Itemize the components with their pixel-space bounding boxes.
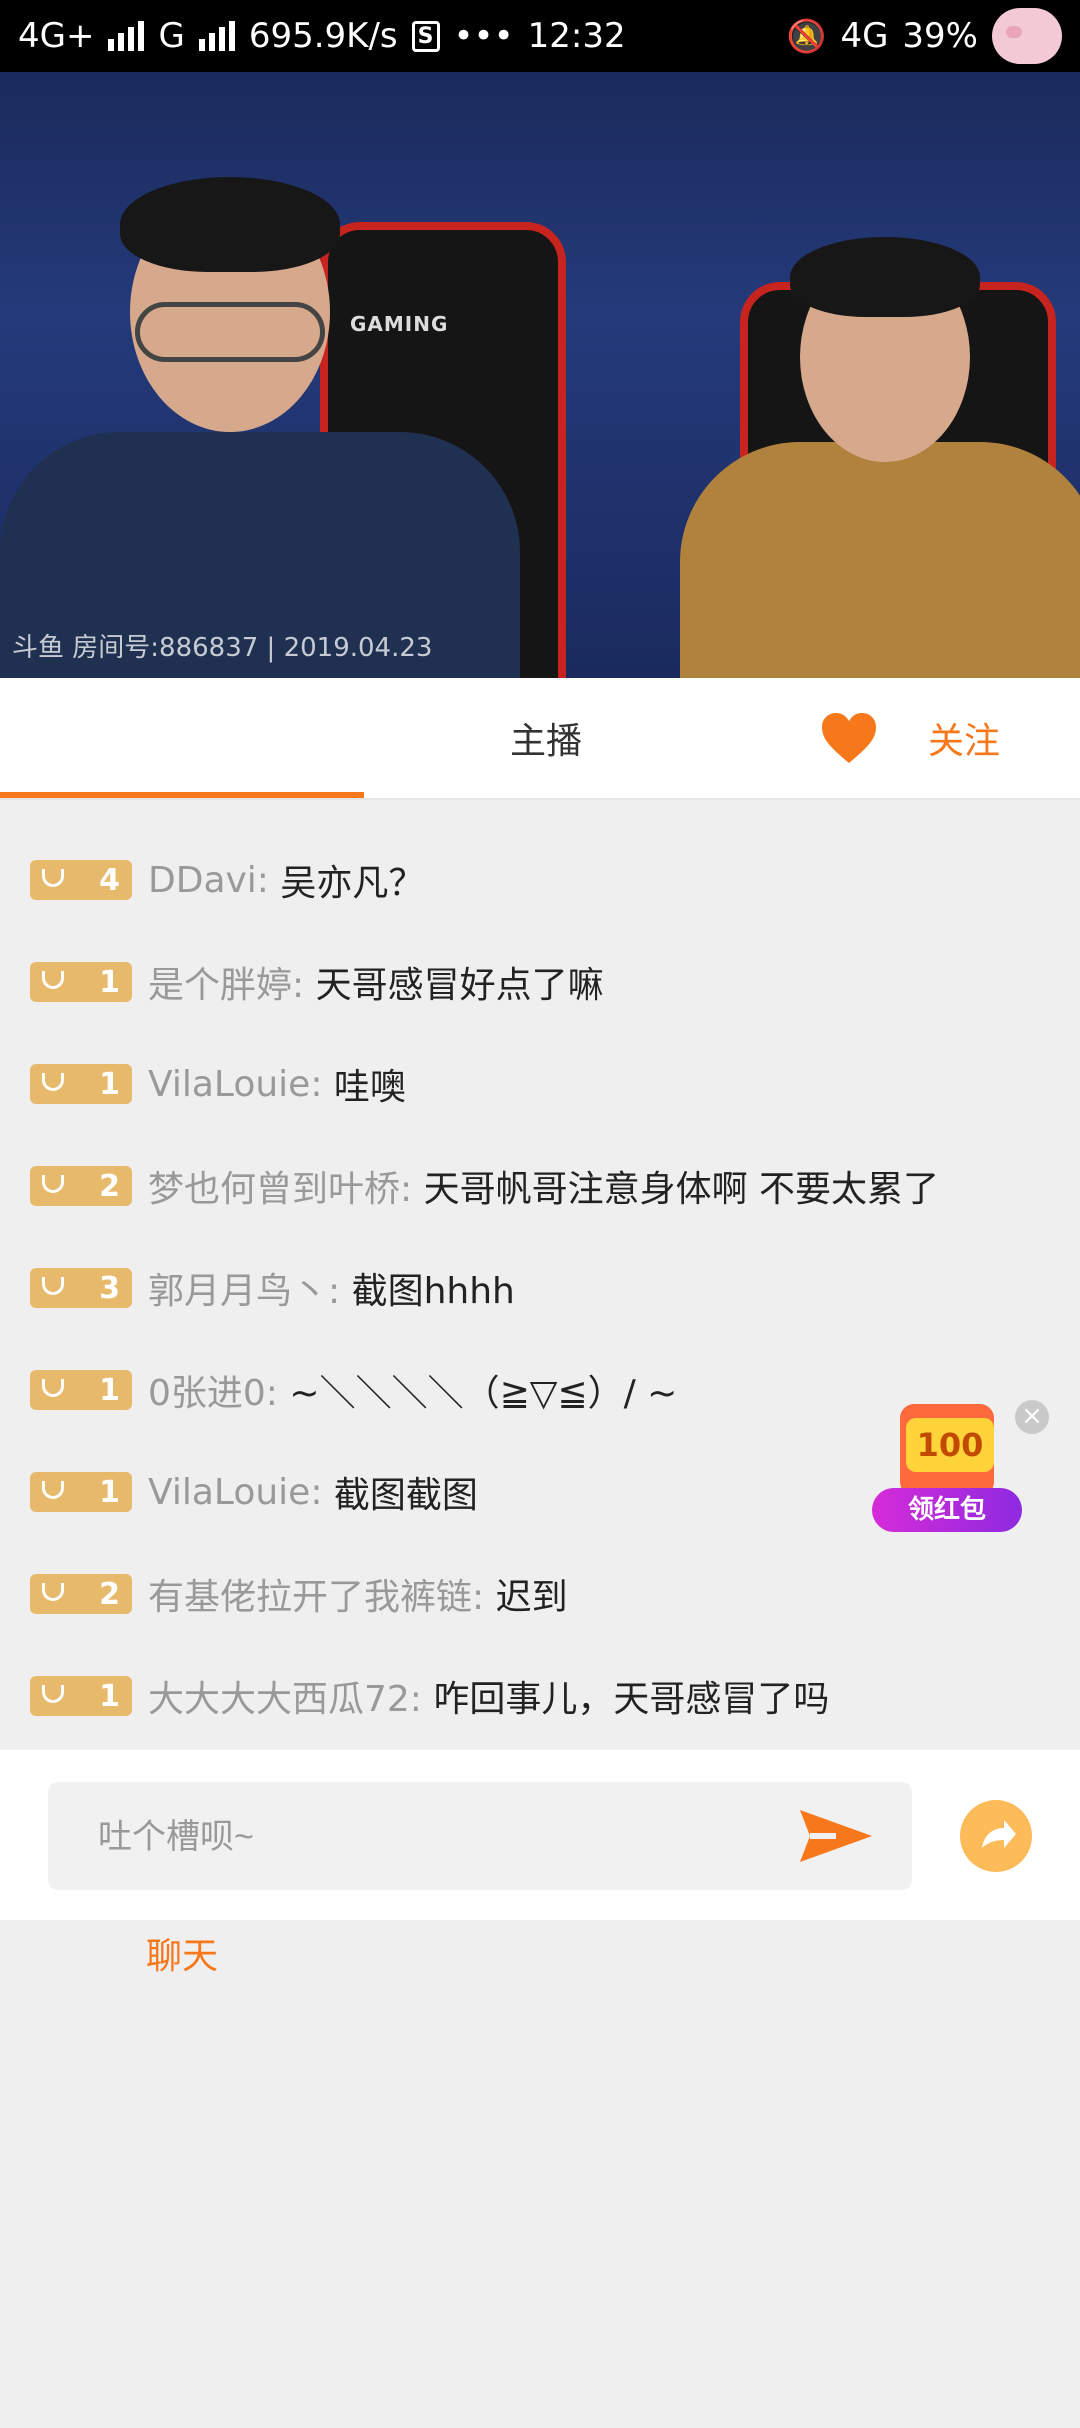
message-text: 天哥帆哥注意身体啊 不要太累了	[423, 1169, 940, 1210]
chat-message: 2 有基佬拉开了我裤链: 迟到	[30, 1564, 568, 1624]
sim-s-icon: S	[411, 20, 440, 52]
chat-list[interactable]: 4 DDavi: 吴亦凡？ 1 是个胖婷: 天哥感冒好点了嘛 1 VilaLou…	[0, 800, 1080, 1750]
fan-badge: 2	[30, 1574, 132, 1614]
close-icon[interactable]: ×	[1015, 1400, 1049, 1434]
badge-level: 3	[99, 1270, 120, 1306]
chat-message: 4 DDavi: 吴亦凡？	[30, 850, 424, 910]
fan-badge: 1	[30, 1064, 132, 1104]
message-text: 截图hhhh	[351, 1271, 515, 1312]
badge-icon	[42, 869, 68, 891]
badge-icon	[42, 1175, 68, 1197]
badge-level: 2	[99, 1576, 120, 1612]
danmaku-input-box	[48, 1782, 912, 1892]
chat-message: 1 大大大大西瓜72: 咋回事儿，天哥感冒了吗	[30, 1666, 829, 1726]
battery-level: 39%	[902, 16, 978, 56]
fan-badge: 1	[30, 1472, 132, 1512]
fan-badge: 1	[30, 1676, 132, 1716]
more-notifications-icon: •••	[453, 16, 514, 56]
badge-level: 1	[99, 1678, 120, 1714]
red-packet-label: 领红包	[872, 1488, 1022, 1532]
share-arrow-icon	[982, 1820, 1016, 1848]
chat-message: 3 郭月月鸟丶: 截图hhhh	[30, 1258, 515, 1318]
message-username[interactable]: 梦也何曾到叶桥:	[148, 1160, 412, 1212]
share-button[interactable]	[960, 1800, 1032, 1872]
streamer-left-hair	[120, 177, 340, 272]
streamer-right-body	[680, 442, 1080, 678]
message-text: 吴亦凡？	[280, 863, 425, 904]
active-tab-indicator	[0, 792, 364, 798]
signal-icon	[108, 21, 145, 51]
status-bar: 4G+ G 695.9K/s S ••• 12:32 🔕 4G 39%	[0, 0, 1080, 72]
pig-sticker-icon	[992, 8, 1062, 64]
message-username[interactable]: VilaLouie:	[148, 1064, 322, 1105]
fan-badge: 3	[30, 1268, 132, 1308]
badge-icon	[42, 971, 68, 993]
bell-muted-icon: 🔕	[786, 17, 827, 55]
chat-message: 1 是个胖婷: 天哥感冒好点了嘛	[30, 952, 604, 1012]
message-username[interactable]: DDavi:	[148, 860, 269, 901]
badge-icon	[42, 1481, 68, 1503]
tab-bar: 聊天 主播 关注	[0, 678, 1080, 1977]
network-speed: 695.9K/s	[248, 16, 398, 56]
badge-icon	[42, 1379, 68, 1401]
streamer-right-hair	[790, 237, 980, 317]
message-username[interactable]: 0张进0:	[148, 1364, 278, 1416]
fan-badge: 1	[30, 1370, 132, 1410]
chair-logo-text: GAMING	[350, 312, 449, 336]
follow-button[interactable]: 关注	[820, 678, 1000, 798]
chat-message: 1 0张进0: ~＼＼＼＼（≧▽≦）/ ~	[30, 1360, 677, 1420]
network-type: 4G+	[18, 16, 95, 56]
message-text: ~＼＼＼＼（≧▽≦）/ ~	[289, 1373, 678, 1414]
badge-level: 2	[99, 1168, 120, 1204]
chat-message: 1 VilaLouie: 哇噢	[30, 1054, 406, 1114]
message-text: 截图截图	[333, 1475, 478, 1516]
badge-level: 1	[99, 964, 120, 1000]
badge-icon	[42, 1583, 68, 1605]
fan-badge: 4	[30, 860, 132, 900]
message-text: 咋回事儿，天哥感冒了吗	[433, 1679, 830, 1720]
fan-badge: 1	[30, 962, 132, 1002]
message-text: 哇噢	[333, 1067, 406, 1108]
badge-level: 1	[99, 1372, 120, 1408]
message-text: 天哥感冒好点了嘛	[315, 965, 604, 1006]
status-right: 🔕 4G 39%	[787, 8, 1062, 64]
fan-badge: 2	[30, 1166, 132, 1206]
badge-level: 1	[99, 1474, 120, 1510]
message-username[interactable]: 有基佬拉开了我裤链:	[148, 1568, 484, 1620]
message-username[interactable]: VilaLouie:	[148, 1472, 322, 1513]
badge-icon	[42, 1685, 68, 1707]
signal-icon-2	[198, 21, 235, 51]
clock: 12:32	[527, 16, 626, 56]
danmaku-input[interactable]	[48, 1782, 820, 1892]
message-text: 迟到	[495, 1577, 568, 1618]
badge-level: 1	[99, 1066, 120, 1102]
network-type-3: 4G	[840, 16, 889, 56]
send-icon[interactable]	[796, 1806, 876, 1866]
message-username[interactable]: 是个胖婷:	[148, 956, 304, 1008]
message-username[interactable]: 大大大大西瓜72:	[148, 1670, 422, 1722]
chat-message: 2 梦也何曾到叶桥: 天哥帆哥注意身体啊 不要太累了	[30, 1156, 939, 1216]
message-username[interactable]: 郭月月鸟丶:	[148, 1262, 340, 1314]
badge-level: 4	[99, 862, 120, 898]
red-packet-amount: 100	[906, 1418, 994, 1472]
glasses	[135, 302, 325, 362]
follow-label: 关注	[928, 721, 1001, 762]
status-left: 4G+ G 695.9K/s S ••• 12:32	[18, 16, 626, 56]
badge-icon	[42, 1277, 68, 1299]
badge-icon	[42, 1073, 68, 1095]
network-type-2: G	[158, 16, 185, 56]
tab-host[interactable]: 主播	[364, 678, 728, 798]
video-player[interactable]: GAMING 斗鱼 房间号:886837 | 2019.04.23	[0, 72, 1080, 678]
chat-message: 1 VilaLouie: 截图截图	[30, 1462, 478, 1522]
red-packet-button[interactable]: 100 领红包	[866, 1404, 1026, 1534]
input-bar	[0, 1750, 1080, 1920]
heart-icon	[822, 713, 876, 763]
room-watermark: 斗鱼 房间号:886837 | 2019.04.23	[12, 633, 433, 663]
